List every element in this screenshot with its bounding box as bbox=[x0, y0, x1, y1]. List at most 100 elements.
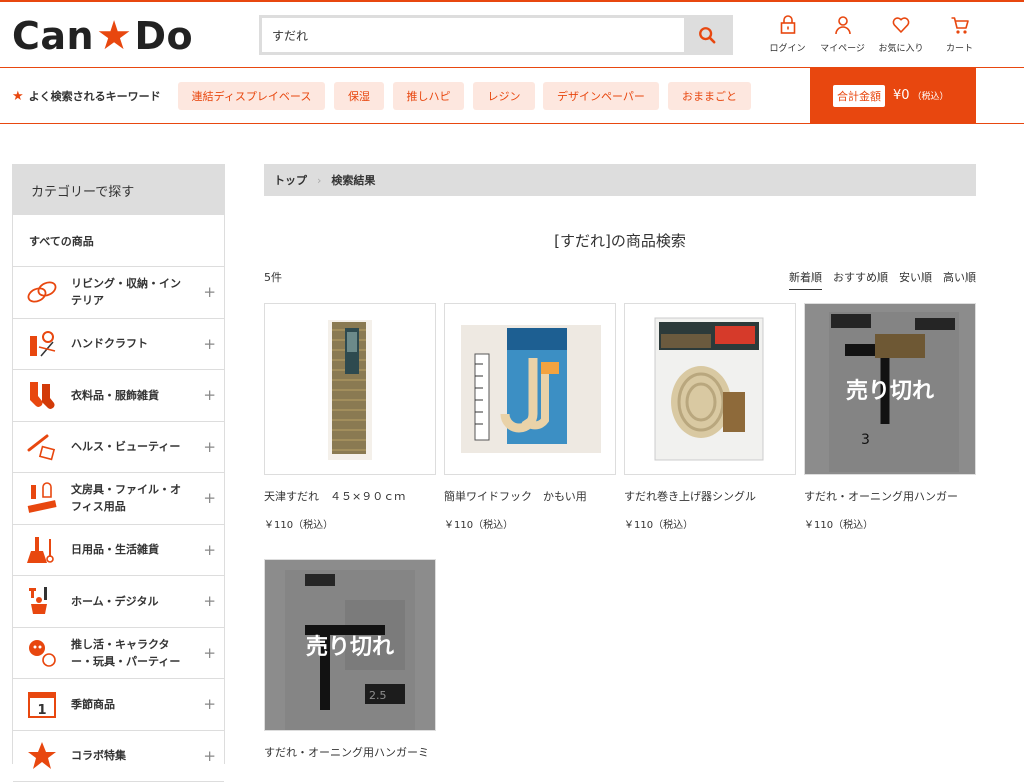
bamboo-blind-image bbox=[265, 304, 435, 474]
product-card[interactable]: 3 売り切れ すだれ・オーニング用ハンガー ￥110（税込） bbox=[804, 303, 976, 531]
sold-out-label: 売り切れ bbox=[805, 304, 975, 474]
expand-icon[interactable]: + bbox=[203, 335, 216, 353]
expand-icon[interactable]: + bbox=[203, 541, 216, 559]
favorites-link[interactable]: お気に入り bbox=[870, 14, 932, 54]
mypage-label: マイページ bbox=[820, 41, 865, 54]
cart-total-button[interactable]: 合計金額 ¥0 （税込） bbox=[810, 68, 976, 123]
search-button[interactable] bbox=[684, 18, 730, 52]
sidebar-item-character-party[interactable]: 推し活・キャラクター・玩具・パーティー + bbox=[13, 628, 224, 680]
product-price: ￥110（税込） bbox=[624, 516, 796, 531]
sidebar-item-label: ホーム・デジタル bbox=[71, 593, 189, 610]
sidebar-item-home-digital[interactable]: ホーム・デジタル + bbox=[13, 576, 224, 628]
keyword-chip[interactable]: 推しハピ bbox=[393, 82, 464, 110]
cando-logo[interactable]: Can ★ Do bbox=[12, 14, 193, 58]
expand-icon[interactable]: + bbox=[203, 438, 216, 456]
blind-winder-image bbox=[625, 304, 795, 474]
sort-newest[interactable]: 新着順 bbox=[789, 269, 822, 290]
keyword-title-text: よく検索されるキーワード bbox=[29, 88, 161, 104]
product-name[interactable]: すだれ・オーニング用ハンガー bbox=[804, 488, 976, 504]
breadcrumb: トップ › 検索結果 bbox=[264, 164, 976, 196]
product-image[interactable]: 2.5 売り切れ bbox=[264, 559, 436, 731]
sidebar-item-all[interactable]: すべての商品 bbox=[13, 215, 224, 267]
sidebar-item-label: リビング・収納・インテリア bbox=[71, 275, 189, 309]
calendar-icon: 1 bbox=[25, 687, 59, 721]
party-icon bbox=[25, 636, 59, 670]
sidebar-item-seasonal[interactable]: 1 季節商品 + bbox=[13, 679, 224, 731]
stationery-icon bbox=[25, 481, 59, 515]
tools-icon bbox=[25, 584, 59, 618]
expand-icon[interactable]: + bbox=[203, 386, 216, 404]
search-icon bbox=[698, 26, 716, 44]
product-name[interactable]: 天津すだれ ４５×９０ｃｍ bbox=[264, 488, 436, 504]
logo-text-left: Can bbox=[12, 14, 94, 58]
logo-star-icon: ★ bbox=[96, 13, 132, 59]
logo-text-right: Do bbox=[134, 14, 193, 58]
keyword-chip[interactable]: デザインペーパー bbox=[543, 82, 659, 110]
product-name[interactable]: すだれ巻き上げ器シングル bbox=[624, 488, 796, 504]
result-count: 5件 bbox=[264, 269, 282, 285]
total-label: 合計金額 bbox=[833, 85, 885, 107]
keyword-chip[interactable]: レジン bbox=[473, 82, 535, 110]
page-title: [すだれ]の商品検索 bbox=[264, 230, 976, 251]
sidebar-title: カテゴリーで探す bbox=[13, 165, 224, 215]
handcraft-icon bbox=[25, 327, 59, 361]
sidebar-item-health-beauty[interactable]: ヘルス・ビューティー + bbox=[13, 422, 224, 474]
expand-icon[interactable]: + bbox=[203, 695, 216, 713]
cart-icon bbox=[950, 14, 970, 36]
sidebar-item-label: ヘルス・ビューティー bbox=[71, 438, 189, 455]
keyword-chip[interactable]: 保湿 bbox=[334, 82, 384, 110]
login-label: ログイン bbox=[769, 41, 805, 54]
sidebar-item-label: コラボ特集 bbox=[71, 747, 189, 764]
sidebar-item-collab[interactable]: コラボ特集 + bbox=[13, 731, 224, 782]
search-box bbox=[259, 15, 733, 55]
product-card[interactable]: 天津すだれ ４５×９０ｃｍ ￥110（税込） bbox=[264, 303, 436, 531]
header-icon-nav: ログイン マイページ お気に入り カート bbox=[760, 14, 987, 54]
beauty-icon bbox=[25, 430, 59, 464]
search-input[interactable] bbox=[262, 18, 687, 52]
breadcrumb-chevron-icon: › bbox=[317, 174, 321, 187]
heart-icon bbox=[891, 14, 911, 36]
login-link[interactable]: ログイン bbox=[760, 14, 815, 54]
product-card[interactable]: すだれ巻き上げ器シングル ￥110（税込） bbox=[624, 303, 796, 531]
cart-link[interactable]: カート bbox=[932, 14, 987, 54]
expand-icon[interactable]: + bbox=[203, 592, 216, 610]
sidebar-item-stationery[interactable]: 文房具・ファイル・オフィス用品 + bbox=[13, 473, 224, 525]
product-name[interactable]: 簡単ワイドフック かもい用 bbox=[444, 488, 616, 504]
sort-expensive[interactable]: 高い順 bbox=[943, 269, 976, 290]
wide-hook-image bbox=[445, 304, 615, 474]
sidebar-item-label: 衣料品・服飾雑貨 bbox=[71, 387, 189, 404]
keyword-chip[interactable]: 連結ディスプレイベース bbox=[178, 82, 325, 110]
expand-icon[interactable]: + bbox=[203, 747, 216, 765]
keyword-title: ★ よく検索されるキーワード bbox=[12, 88, 161, 104]
sidebar-item-label: 推し活・キャラクター・玩具・パーティー bbox=[71, 636, 189, 670]
sort-options: 新着順 おすすめ順 安い順 高い順 bbox=[778, 269, 976, 290]
expand-icon[interactable]: + bbox=[203, 644, 216, 662]
expand-icon[interactable]: + bbox=[203, 283, 216, 301]
product-price: ￥110（税込） bbox=[264, 516, 436, 531]
sidebar-item-handcraft[interactable]: ハンドクラフト + bbox=[13, 319, 224, 371]
product-card[interactable]: 簡単ワイドフック かもい用 ￥110（税込） bbox=[444, 303, 616, 531]
product-image[interactable] bbox=[624, 303, 796, 475]
sidebar-item-label: 文房具・ファイル・オフィス用品 bbox=[71, 481, 189, 515]
total-tax-note: （税込） bbox=[913, 89, 949, 102]
daily-goods-icon bbox=[25, 533, 59, 567]
sidebar-item-clothing[interactable]: 衣料品・服飾雑貨 + bbox=[13, 370, 224, 422]
keyword-chip[interactable]: おままごと bbox=[668, 82, 751, 110]
sidebar-item-label: ハンドクラフト bbox=[71, 335, 189, 352]
product-image[interactable] bbox=[444, 303, 616, 475]
sort-cheapest[interactable]: 安い順 bbox=[899, 269, 932, 290]
sidebar-item-daily-goods[interactable]: 日用品・生活雑貨 + bbox=[13, 525, 224, 577]
product-card[interactable]: 2.5 売り切れ すだれ・オーニング用ハンガーミ bbox=[264, 559, 436, 772]
sidebar-item-living[interactable]: リビング・収納・インテリア + bbox=[13, 267, 224, 319]
living-icon bbox=[25, 275, 59, 309]
product-image[interactable]: 3 売り切れ bbox=[804, 303, 976, 475]
product-name[interactable]: すだれ・オーニング用ハンガーミ bbox=[264, 744, 436, 760]
expand-icon[interactable]: + bbox=[203, 489, 216, 507]
keyword-bar: ★ よく検索されるキーワード 連結ディスプレイベース 保湿 推しハピ レジン デ… bbox=[0, 68, 1024, 124]
star-icon bbox=[25, 739, 59, 773]
breadcrumb-top[interactable]: トップ bbox=[274, 172, 307, 188]
favorites-label: お気に入り bbox=[878, 41, 923, 54]
sort-recommended[interactable]: おすすめ順 bbox=[833, 269, 888, 290]
mypage-link[interactable]: マイページ bbox=[815, 14, 870, 54]
product-image[interactable] bbox=[264, 303, 436, 475]
